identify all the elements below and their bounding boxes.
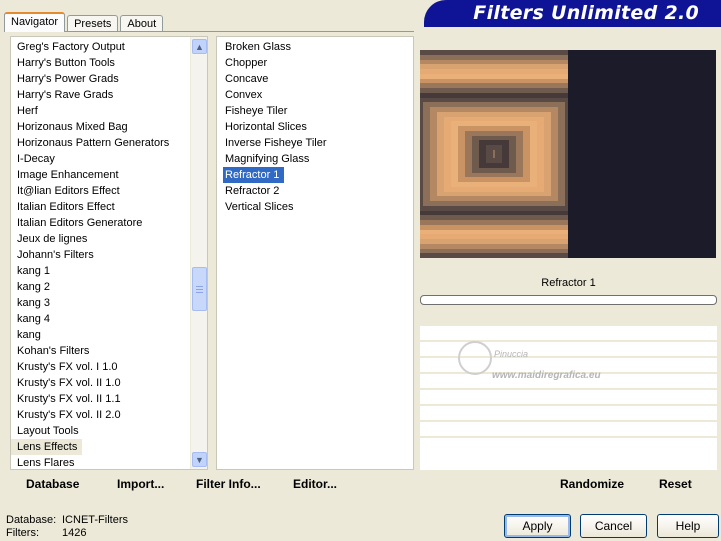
tab-about[interactable]: About	[120, 15, 164, 32]
preview-ring	[493, 149, 495, 159]
progress-bar	[420, 295, 717, 305]
category-item[interactable]: Krusty's FX vol. I 1.0	[11, 359, 207, 375]
preview-dark-region	[568, 50, 716, 258]
category-items: Greg's Factory Output Harry's Button Tool…	[11, 37, 207, 471]
scroll-up-button[interactable]: ▲	[192, 39, 207, 54]
category-item[interactable]: Horizonaus Pattern Generators	[11, 135, 207, 151]
filter-items: Broken Glass Chopper Concave Convex Fisheye …	[217, 37, 413, 215]
category-item[interactable]: kang	[11, 327, 207, 343]
category-item[interactable]: Herf	[11, 103, 207, 119]
filter-item[interactable]: Concave	[223, 71, 413, 87]
cancel-button[interactable]: Cancel	[580, 514, 647, 538]
category-item[interactable]: Harry's Power Grads	[11, 71, 207, 87]
reset-button[interactable]: Reset	[659, 477, 692, 491]
import-button[interactable]: Import...	[117, 477, 164, 491]
param-row	[420, 406, 717, 422]
filter-item[interactable]: Inverse Fisheye Tiler	[223, 135, 413, 151]
category-item[interactable]: Krusty's FX vol. II 1.0	[11, 375, 207, 391]
preview-image	[420, 50, 716, 258]
filter-item[interactable]: Refractor 2	[223, 183, 413, 199]
category-item[interactable]: Harry's Rave Grads	[11, 87, 207, 103]
preview-toolbar: Randomize Reset	[420, 470, 717, 498]
parameter-area	[420, 308, 717, 470]
category-item[interactable]: Greg's Factory Output	[11, 39, 207, 55]
list-toolbar: Database Import... Filter Info... Editor…	[10, 470, 414, 498]
scroll-down-button[interactable]: ▼	[192, 452, 207, 467]
category-item[interactable]: Krusty's FX vol. II 2.0	[11, 407, 207, 423]
scroll-thumb[interactable]	[192, 267, 207, 311]
watermark-url: www.maidiregrafica.eu	[492, 370, 601, 381]
database-value: ICNET-Filters	[62, 514, 128, 526]
category-list[interactable]: Greg's Factory Output Harry's Button Tool…	[10, 36, 208, 470]
watermark-heart-icon	[458, 341, 492, 375]
tab-strip: Navigator Presets About	[4, 12, 165, 32]
brand-banner: Filters Unlimited 2.0	[424, 0, 721, 24]
tab-presets[interactable]: Presets	[67, 15, 119, 32]
category-item[interactable]: Lens Flares	[11, 455, 207, 471]
brand-stripe	[424, 24, 721, 27]
filter-item[interactable]: Refractor 1	[223, 167, 285, 183]
tab-baseline	[4, 31, 414, 32]
filters-count-value: 1426	[62, 527, 87, 539]
category-item[interactable]: Image Enhancement	[11, 167, 207, 183]
filters-count-label: Filters:	[6, 527, 39, 539]
apply-button[interactable]: Apply	[504, 514, 571, 538]
help-button[interactable]: Help	[657, 514, 719, 538]
category-item[interactable]: kang 1	[11, 263, 207, 279]
database-button[interactable]: Database	[26, 477, 79, 491]
param-row	[420, 326, 717, 342]
filter-list[interactable]: Broken Glass Chopper Concave Convex Fisheye …	[216, 36, 414, 470]
category-item[interactable]: Layout Tools	[11, 423, 207, 439]
filter-item[interactable]: Magnifying Glass	[223, 151, 413, 167]
category-item[interactable]: kang 3	[11, 295, 207, 311]
param-row	[420, 422, 717, 438]
watermark-name: Pinuccia	[494, 349, 529, 359]
category-scrollbar[interactable]: ▲ ▼	[190, 37, 207, 469]
category-item[interactable]: Johann's Filters	[11, 247, 207, 263]
filter-item[interactable]: Vertical Slices	[223, 199, 413, 215]
filter-item[interactable]: Chopper	[223, 55, 413, 71]
editor-button[interactable]: Editor...	[293, 477, 337, 491]
randomize-button[interactable]: Randomize	[560, 477, 624, 491]
grip-icon	[196, 285, 203, 293]
database-label: Database:	[6, 514, 57, 526]
category-item[interactable]: Lens Effects	[11, 439, 83, 455]
brand-title: Filters Unlimited 2.0	[473, 2, 699, 24]
filter-item[interactable]: Convex	[223, 87, 413, 103]
tab-navigator[interactable]: Navigator	[4, 12, 66, 32]
category-item[interactable]: Jeux de lignes	[11, 231, 207, 247]
param-row	[420, 390, 717, 406]
category-item[interactable]: Horizonaus Mixed Bag	[11, 119, 207, 135]
category-item[interactable]: Krusty's FX vol. II 1.1	[11, 391, 207, 407]
filter-item[interactable]: Broken Glass	[223, 39, 413, 55]
preview-filter-name: Refractor 1	[420, 272, 717, 294]
chevron-up-icon: ▲	[195, 41, 204, 52]
category-item[interactable]: Kohan's Filters	[11, 343, 207, 359]
category-item[interactable]: I-Decay	[11, 151, 207, 167]
filter-info-button[interactable]: Filter Info...	[196, 477, 261, 491]
status-area: Database: ICNET-Filters Filters: 1426	[6, 514, 128, 540]
category-item[interactable]: Italian Editors Effect	[11, 199, 207, 215]
category-item[interactable]: Italian Editors Generatore	[11, 215, 207, 231]
chevron-down-icon: ▼	[195, 454, 204, 465]
param-row	[420, 308, 717, 326]
filter-item[interactable]: Fisheye Tiler	[223, 103, 413, 119]
category-item[interactable]: Harry's Button Tools	[11, 55, 207, 71]
category-item[interactable]: It@lian Editors Effect	[11, 183, 207, 199]
category-item[interactable]: kang 4	[11, 311, 207, 327]
category-item[interactable]: kang 2	[11, 279, 207, 295]
filter-item[interactable]: Horizontal Slices	[223, 119, 413, 135]
